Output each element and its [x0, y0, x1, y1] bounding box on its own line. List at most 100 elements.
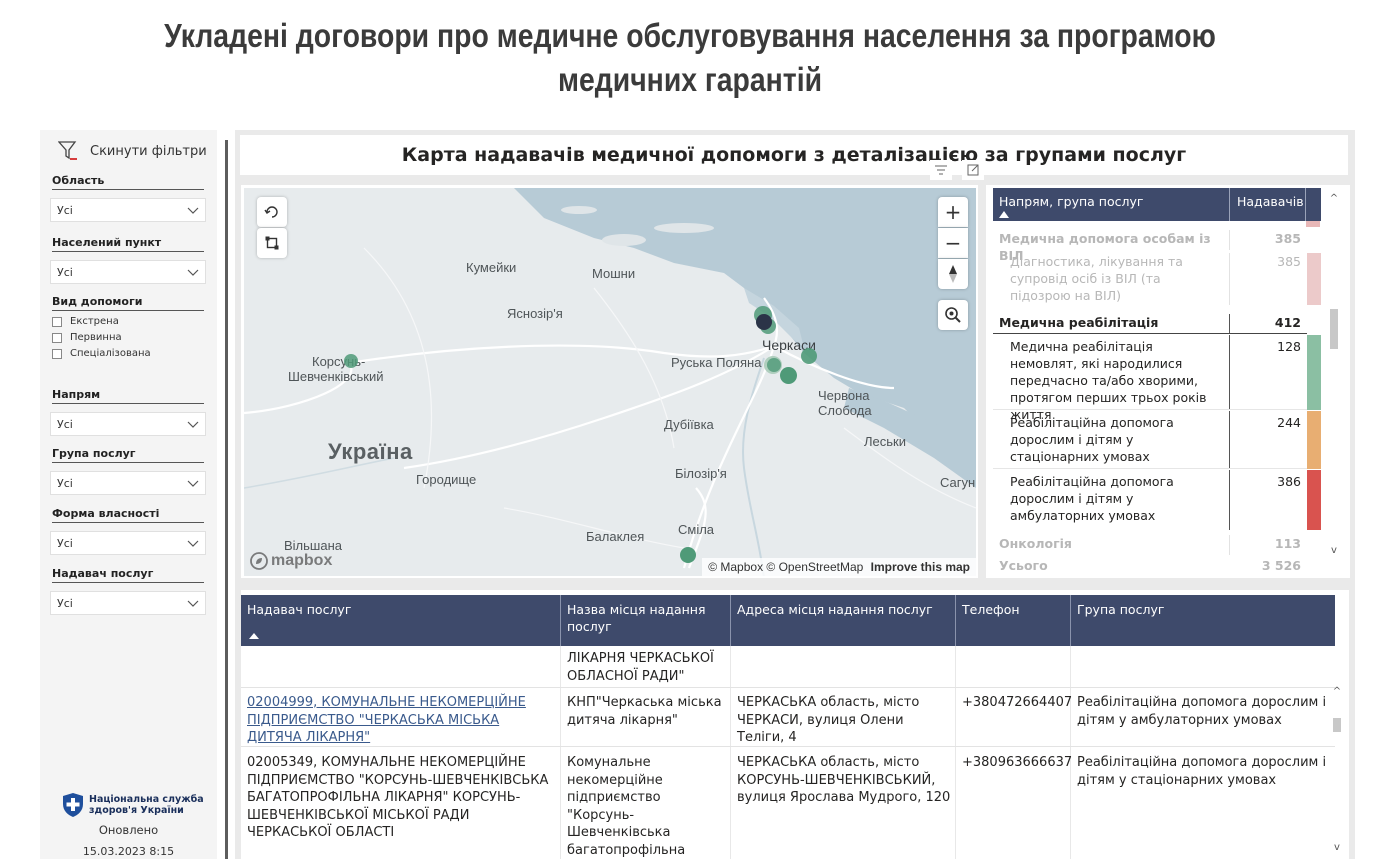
table-cell-phone: +380963666637 — [962, 755, 1073, 770]
table-cell-service-group: Реабілітаційна допомога дорослим і дітям… — [1077, 755, 1327, 788]
map-place-label: Леськи — [864, 434, 906, 449]
search-map-button[interactable] — [938, 300, 968, 330]
map-place-label: Шевченківський — [288, 369, 384, 384]
map-place-label: Яснозір'я — [507, 306, 563, 321]
column-separator — [730, 595, 731, 646]
matrix-scrollbar[interactable]: ^ v — [1328, 193, 1340, 563]
filter-provider-select[interactable]: Усі — [50, 591, 206, 615]
matrix-row-value: 385 — [1277, 254, 1301, 269]
map-place-label: Білозір'я — [675, 466, 727, 481]
matrix-color-bar — [1307, 253, 1321, 305]
column-header-service-group[interactable]: Група послуг — [1077, 601, 1327, 618]
compass-button[interactable] — [938, 259, 968, 289]
matrix-header-providers[interactable]: Надавачів — [1237, 194, 1304, 209]
table-cell-phone: +380472664407 — [962, 695, 1073, 710]
column-separator — [1229, 314, 1230, 334]
filter-icon[interactable] — [930, 160, 952, 180]
table-header: Надавач послуг Назва місця надання послу… — [241, 595, 1335, 646]
chevron-down-icon — [187, 600, 199, 607]
checkbox[interactable] — [52, 332, 62, 343]
mapbox-wordmark: mapbox — [271, 552, 333, 569]
table-cell-place: ПСИХІАТРИЧНА ЛІКАРНЯ ЧЕРКАСЬКОЇ ОБЛАСНОЇ… — [567, 633, 717, 685]
matrix-row-value: 412 — [1274, 315, 1301, 330]
filter-sidebar: Скинути фільтри Область Усі Населений пу… — [40, 130, 217, 859]
map-place-label: Слобода — [818, 403, 872, 418]
matrix-total-value: 3 526 — [1261, 558, 1301, 573]
provider-marker[interactable] — [756, 314, 772, 330]
provider-marker[interactable] — [767, 358, 781, 372]
table-cell-text: ПСИХІАТРИЧНА ЛІКАРНЯ ЧЕРКАСЬКОЇ ОБЛАСНОЇ… — [567, 633, 714, 684]
checkbox[interactable] — [52, 348, 62, 359]
lasso-select-button[interactable] — [257, 228, 287, 258]
table-cell-provider[interactable]: 02005349, КОМУНАЛЬНЕ НЕКОМЕРЦІЙНЕ ПІДПРИ… — [247, 754, 552, 842]
row-divider — [993, 409, 1307, 410]
chevron-down-icon — [187, 207, 199, 214]
filter-service-group-select[interactable]: Усі — [50, 471, 206, 495]
filter-region-select[interactable]: Усі — [50, 198, 206, 222]
provider-marker[interactable] — [780, 367, 797, 384]
scrollbar-thumb[interactable] — [1330, 309, 1338, 349]
rotate-map-button[interactable] — [257, 197, 287, 227]
matrix-color-bar — [1306, 221, 1320, 227]
matrix-row-subgroup[interactable]: Реабілітаційна допомога дорослим і дітям… — [993, 411, 1321, 469]
column-header-provider[interactable]: Надавач послуг — [247, 601, 547, 618]
map-visual: Кумейки Мошни Яснозір'я Корсунь- Шевченк… — [241, 185, 978, 578]
map-canvas[interactable]: Кумейки Мошни Яснозір'я Корсунь- Шевченк… — [244, 188, 976, 576]
filter-settlement-select[interactable]: Усі — [50, 260, 206, 284]
minus-icon: − — [944, 231, 962, 255]
filter-ownership-value: Усі — [57, 537, 73, 550]
matrix-row-subgroup[interactable]: Діагностика, лікування та супровід осіб … — [993, 253, 1321, 305]
scroll-up-icon[interactable]: ^ — [1331, 686, 1343, 697]
zoom-out-button[interactable]: − — [938, 228, 968, 258]
scroll-down-icon[interactable]: v — [1328, 545, 1340, 556]
filter-provider-value: Усі — [57, 597, 73, 610]
column-separator — [1229, 253, 1230, 305]
reset-filters-button[interactable]: Скинути фільтри — [58, 140, 207, 162]
care-type-option-label: Екстрена — [70, 316, 119, 327]
filter-region-label: Область — [52, 174, 204, 190]
provider-marker[interactable] — [801, 348, 817, 364]
column-header-address[interactable]: Адреса місця надання послуг — [737, 601, 957, 618]
provider-marker[interactable] — [344, 354, 358, 368]
table-cell-provider[interactable]: 02004999, КОМУНАЛЬНЕ НЕКОМЕРЦІЙНЕ ПІДПРИ… — [247, 694, 552, 747]
table-scrollbar[interactable]: ^ v — [1331, 646, 1343, 859]
focus-mode-icon[interactable] — [962, 160, 984, 180]
matrix-row-group[interactable]: Медична допомога особам із ВІЛ 385 — [993, 230, 1307, 263]
org-name-line: Національна служба — [89, 794, 204, 805]
map-place-label: Червона — [818, 388, 870, 403]
provider-marker[interactable] — [680, 547, 696, 563]
table-cell-place: КНП"Черкаська міська дитяча лікарня" — [567, 695, 722, 728]
matrix-row-subgroup[interactable]: Реабілітаційна допомога дорослим і дітям… — [993, 470, 1321, 530]
compass-icon — [949, 265, 957, 283]
column-separator — [955, 595, 956, 646]
care-type-option-primary[interactable]: Первинна — [52, 332, 122, 343]
matrix-row-value: 385 — [1274, 231, 1301, 246]
map-place-label: Мошни — [592, 266, 636, 281]
care-type-option-specialized[interactable]: Спеціалізована — [52, 348, 151, 359]
visual-header-icons — [930, 160, 984, 180]
filter-ownership-select[interactable]: Усі — [50, 531, 206, 555]
map-place-label: Сміла — [678, 522, 715, 537]
matrix-header-direction[interactable]: Напрям, група послуг — [999, 194, 1143, 209]
filter-direction-select[interactable]: Усі — [50, 412, 206, 436]
zoom-in-button[interactable]: + — [938, 197, 968, 227]
scrollbar-thumb[interactable] — [1333, 718, 1341, 732]
matrix-row-group[interactable]: Медична реабілітація 412 — [993, 314, 1307, 334]
care-type-option-emergency[interactable]: Екстрена — [52, 316, 119, 327]
column-separator — [1229, 535, 1230, 555]
attribution-text[interactable]: © Mapbox © OpenStreetMap — [708, 560, 863, 574]
matrix-row-subgroup[interactable]: Медична реабілітація немовлят, які народ… — [993, 335, 1321, 422]
matrix-row-label: Реабілітаційна допомога дорослим і дітям… — [1010, 415, 1174, 464]
improve-map-link[interactable]: Improve this map — [871, 560, 970, 574]
matrix-row-value: 128 — [1277, 339, 1301, 354]
checkbox[interactable] — [52, 316, 62, 327]
filter-ownership-label: Форма власності — [52, 507, 204, 523]
filter-settlement-label: Населений пункт — [52, 236, 204, 252]
matrix-row-group[interactable]: Онкологія 113 — [993, 535, 1307, 555]
column-header-place[interactable]: Назва місця надання послуг — [567, 601, 727, 635]
column-separator — [1070, 646, 1071, 859]
scroll-up-icon[interactable]: ^ — [1328, 193, 1340, 204]
column-header-phone[interactable]: Телефон — [962, 601, 1062, 618]
search-location-icon — [945, 307, 961, 323]
scroll-down-icon[interactable]: v — [1331, 842, 1343, 853]
